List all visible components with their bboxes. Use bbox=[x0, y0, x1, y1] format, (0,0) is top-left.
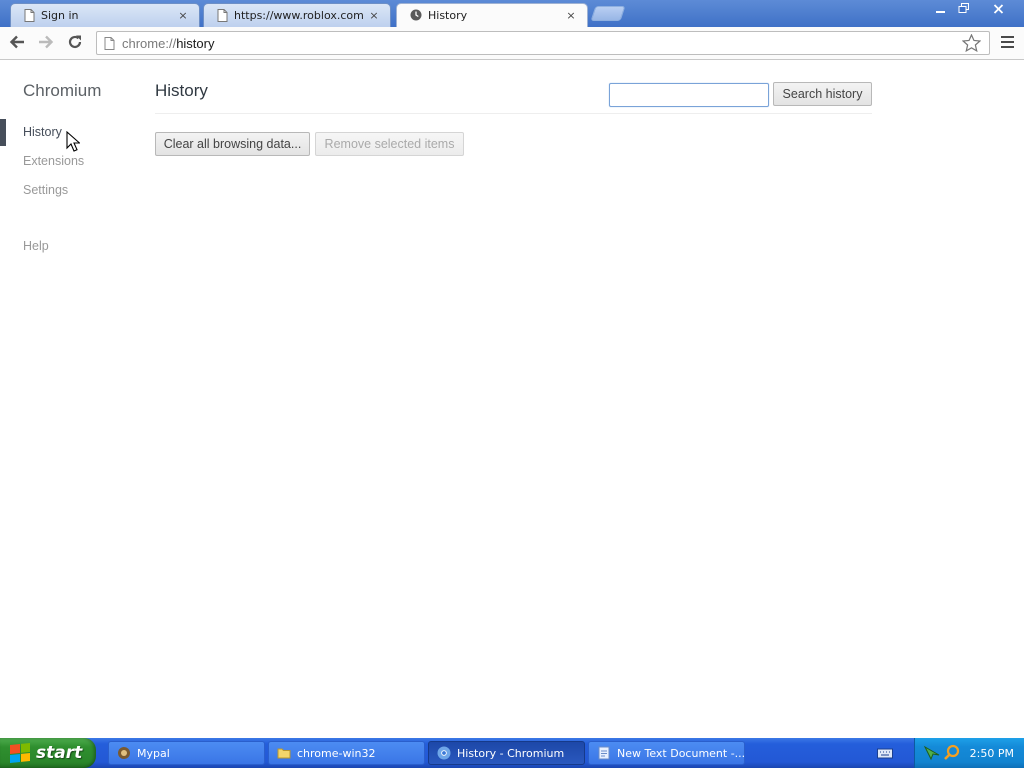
folder-icon bbox=[277, 748, 291, 759]
minimize-button[interactable] bbox=[928, 1, 952, 16]
task-label: History - Chromium bbox=[457, 746, 565, 760]
tab-roblox[interactable]: https://www.roblox.com/ is r × bbox=[203, 3, 391, 27]
tab-sign-in[interactable]: Sign in × bbox=[10, 3, 200, 27]
task-label: Mypal bbox=[137, 746, 170, 760]
new-tab-button[interactable] bbox=[590, 6, 626, 21]
sidebar-item-history[interactable]: History bbox=[23, 125, 62, 139]
taskbar-item-mypal[interactable]: Mypal bbox=[108, 741, 265, 765]
sidebar-item-extensions[interactable]: Extensions bbox=[23, 154, 84, 168]
windows-taskbar: start Mypal chrome-win32 History - Chrom… bbox=[0, 738, 1024, 768]
tab-close-icon[interactable]: × bbox=[564, 9, 578, 22]
taskbar-item-chrome-win32[interactable]: chrome-win32 bbox=[268, 741, 425, 765]
back-arrow-icon bbox=[9, 35, 24, 49]
notepad-icon bbox=[598, 746, 610, 760]
reload-button[interactable] bbox=[64, 31, 86, 53]
mouse-cursor-icon bbox=[66, 131, 80, 152]
back-button[interactable] bbox=[6, 31, 28, 53]
tab-title: History bbox=[428, 8, 468, 22]
clock: 2:50 PM bbox=[969, 746, 1014, 760]
url-host: history bbox=[176, 35, 215, 51]
network-shield-icon[interactable] bbox=[923, 744, 941, 762]
page-icon bbox=[24, 8, 35, 22]
tab-title: Sign in bbox=[41, 8, 79, 22]
taskbar-item-history-chromium[interactable]: History - Chromium bbox=[428, 741, 585, 765]
url-scheme: chrome:// bbox=[122, 35, 177, 51]
taskbar-item-new-text-document[interactable]: New Text Document -... bbox=[588, 741, 745, 765]
windows-logo-icon bbox=[10, 742, 30, 764]
tab-close-icon[interactable]: × bbox=[176, 9, 190, 22]
sidebar-item-help[interactable]: Help bbox=[23, 239, 49, 253]
history-page: Chromium History Extensions Settings Hel… bbox=[0, 61, 1024, 738]
selected-indicator bbox=[0, 119, 6, 146]
page-icon bbox=[104, 36, 115, 50]
sidebar-brand: Chromium bbox=[23, 81, 102, 100]
task-label: New Text Document -... bbox=[617, 746, 745, 760]
search-icon[interactable] bbox=[943, 744, 961, 762]
tab-title: https://www.roblox.com/ is r bbox=[234, 8, 363, 22]
page-title: History bbox=[155, 81, 208, 100]
search-history-button[interactable]: Search history bbox=[773, 82, 872, 106]
chrome-menu-button[interactable] bbox=[997, 31, 1017, 53]
page-icon bbox=[217, 8, 228, 22]
restore-icon bbox=[958, 3, 969, 13]
maximize-button[interactable] bbox=[952, 1, 976, 16]
task-label: chrome-win32 bbox=[297, 746, 376, 760]
browser-toolbar: chrome://history bbox=[0, 27, 1024, 60]
keyboard-icon[interactable] bbox=[877, 747, 893, 759]
clear-browsing-data-button[interactable]: Clear all browsing data... bbox=[155, 132, 310, 156]
reload-icon bbox=[68, 35, 82, 49]
system-tray: 2:50 PM bbox=[914, 738, 1024, 768]
close-window-button[interactable] bbox=[980, 1, 1016, 16]
search-input[interactable] bbox=[609, 83, 769, 107]
bookmark-star-icon[interactable] bbox=[962, 34, 981, 52]
sidebar-item-settings[interactable]: Settings bbox=[23, 183, 68, 197]
remove-selected-button[interactable]: Remove selected items bbox=[315, 132, 464, 156]
tab-close-icon[interactable]: × bbox=[367, 9, 381, 22]
chromium-icon bbox=[437, 746, 451, 760]
close-icon bbox=[993, 3, 1003, 14]
forward-button[interactable] bbox=[35, 31, 57, 53]
mypal-icon bbox=[118, 747, 130, 759]
minimize-icon bbox=[935, 10, 945, 13]
start-button[interactable]: start bbox=[0, 738, 96, 768]
start-label: start bbox=[36, 743, 83, 763]
forward-arrow-icon bbox=[39, 35, 54, 49]
clock-icon bbox=[410, 9, 422, 21]
header-divider bbox=[155, 113, 872, 114]
address-bar[interactable]: chrome://history bbox=[96, 31, 990, 55]
tab-history[interactable]: History × bbox=[396, 3, 588, 27]
tab-strip: Sign in × https://www.roblox.com/ is r ×… bbox=[0, 0, 1024, 27]
